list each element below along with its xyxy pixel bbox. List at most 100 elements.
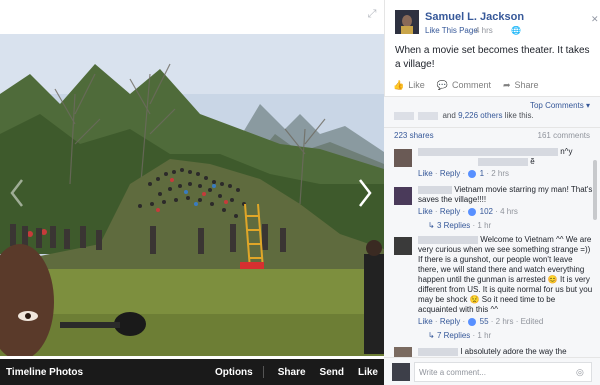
comment-item: Welcome to Vietnam ^^ We are very curiou… <box>394 235 594 347</box>
comment-like-count[interactable]: 55 <box>480 317 489 326</box>
like-page-link[interactable]: Like This Page <box>425 26 478 35</box>
comment-icon: 💬 <box>436 79 448 90</box>
likes-others-link[interactable]: 9,226 others <box>458 111 502 120</box>
comment-time[interactable]: 2 hrs <box>491 169 509 178</box>
comment-text-line: n^y <box>418 147 594 157</box>
post-actions: 👍 Like 💬 Comment ➦ Share <box>393 78 598 92</box>
comment-meta: Like · Reply · 55 · 2 hrs · Edited <box>418 317 544 326</box>
expand-icon[interactable]: ⤢ <box>366 8 378 20</box>
comment-text-line: Welcome to Vietnam ^^ We are very curiou… <box>418 235 594 315</box>
likes-prefix: and <box>442 111 456 120</box>
page-name-link[interactable]: Samuel L. Jackson <box>425 11 524 23</box>
comment-reply-link[interactable]: Reply <box>440 207 460 216</box>
post-header: Samuel L. Jackson ✕ Like This Page 4 hrs… <box>395 10 599 38</box>
replies-count: 3 Replies <box>436 221 471 230</box>
chevron-right-icon <box>359 179 372 207</box>
likes-summary: and 9,226 others like this. <box>394 111 534 120</box>
comment-like-count[interactable]: 1 <box>480 169 484 178</box>
comment-reply-link[interactable]: Reply <box>440 317 460 326</box>
post-comment-button[interactable]: 💬 Comment <box>437 80 491 91</box>
comment-text: I absolutely adore the way the <box>460 347 567 356</box>
next-photo-button[interactable] <box>352 176 376 210</box>
thumbs-up-icon: 👍 <box>393 79 405 90</box>
comment-time[interactable]: 4 hrs <box>500 207 518 216</box>
comment-like-count[interactable]: 102 <box>480 207 493 216</box>
top-comments-dropdown[interactable]: Top Comments ▾ <box>530 101 590 110</box>
comments-count: 161 comments <box>537 131 590 140</box>
redacted-name <box>418 347 458 356</box>
photo-action-bar: Timeline Photos Options Share Send Like <box>0 359 384 385</box>
like-button[interactable]: Like <box>358 367 378 378</box>
replies-time: 1 hr <box>477 221 492 230</box>
post-text: When a movie set becomes theater. It tak… <box>395 45 590 70</box>
thumbs-up-icon <box>468 169 477 178</box>
replies-count: 7 Replies <box>436 331 471 340</box>
shares-row: 223 shares 161 comments <box>384 127 600 141</box>
comment-input[interactable] <box>414 362 592 382</box>
view-replies-link[interactable]: ↳ 3 Replies · 1 hr <box>418 221 594 231</box>
commenter-avatar[interactable] <box>394 237 412 255</box>
comment-body: Welcome to Vietnam ^^ We are very curiou… <box>418 235 594 341</box>
comment-composer: ◎ <box>384 357 600 385</box>
current-user-avatar <box>392 363 410 381</box>
post-like-label: Like <box>408 80 425 90</box>
comments-panel: Top Comments ▾ and 9,226 others like thi… <box>384 96 600 385</box>
previous-photo-button[interactable] <box>6 176 30 210</box>
comment-text: Welcome to Vietnam ^^ We are very curiou… <box>418 235 593 314</box>
chevron-left-icon <box>10 179 23 207</box>
post-like-button[interactable]: 👍 Like <box>393 80 425 91</box>
post-comment-label: Comment <box>451 80 491 90</box>
redacted-names <box>418 111 439 120</box>
share-button[interactable]: Share <box>278 367 306 378</box>
thumbs-up-icon <box>468 317 477 326</box>
share-icon: ➦ <box>502 79 511 90</box>
comment-meta: Like · Reply · 102 · 4 hrs <box>418 207 518 216</box>
comment-text-line: Vietnam movie starring my man! That's sa… <box>418 185 594 205</box>
thumbs-up-icon <box>468 207 477 216</box>
comment-body: Vietnam movie starring my man! That's sa… <box>418 185 594 231</box>
globe-icon: 🌐 <box>511 26 521 35</box>
post-timestamp[interactable]: 4 hrs <box>475 26 493 35</box>
photo-illustration <box>0 34 384 356</box>
timeline-photo[interactable] <box>0 34 384 356</box>
page-avatar[interactable] <box>395 10 419 34</box>
comment-text: n^y <box>560 147 573 156</box>
post-share-label: Share <box>514 80 539 90</box>
divider <box>262 366 264 378</box>
redacted-name <box>418 185 452 194</box>
comment-text: ẽ <box>530 157 535 166</box>
comment-item: Vietnam movie starring my man! That's sa… <box>394 185 594 233</box>
redacted-text <box>478 157 528 166</box>
comment-item: n^y ẽ Like · Reply · 1 · 2 hrs <box>394 147 594 183</box>
replies-time: 1 hr <box>477 331 492 340</box>
shares-link[interactable]: 223 shares <box>394 131 434 140</box>
comment-text-line: ẽ <box>418 157 594 167</box>
comment-like-link[interactable]: Like <box>418 317 433 326</box>
comment-like-link[interactable]: Like <box>418 169 433 178</box>
likes-suffix: like this. <box>504 111 534 120</box>
comment-time[interactable]: 2 hrs <box>496 317 514 326</box>
sidebar-scrollbar[interactable] <box>593 160 597 220</box>
options-button[interactable]: Options <box>215 367 253 378</box>
photo-viewer: ⤢ Timeline Photos Options Share Send Lik… <box>0 0 384 385</box>
redacted-names <box>394 111 414 120</box>
send-button[interactable]: Send <box>320 367 344 378</box>
comment-reply-link[interactable]: Reply <box>440 169 460 178</box>
commenter-avatar[interactable] <box>394 187 412 205</box>
reply-arrow-icon: ↳ <box>428 221 437 230</box>
avatar-image <box>395 10 419 34</box>
view-replies-link[interactable]: ↳ 7 Replies · 1 hr <box>418 331 594 341</box>
comment-like-link[interactable]: Like <box>418 207 433 216</box>
album-title[interactable]: Timeline Photos <box>6 367 201 378</box>
commenter-avatar[interactable] <box>394 149 412 167</box>
reply-arrow-icon: ↳ <box>428 331 437 340</box>
post-share-button[interactable]: ➦ Share <box>503 80 539 91</box>
camera-icon[interactable]: ◎ <box>576 367 584 378</box>
close-icon[interactable]: ✕ <box>591 14 599 25</box>
comment-body: n^y ẽ Like · Reply · 1 · 2 hrs <box>418 147 594 179</box>
comment-body: I absolutely adore the way the <box>418 347 594 357</box>
redacted-name <box>418 235 478 244</box>
redacted-name <box>418 147 558 156</box>
comment-edited-label[interactable]: Edited <box>521 317 544 326</box>
comment-meta: Like · Reply · 1 · 2 hrs <box>418 169 509 178</box>
